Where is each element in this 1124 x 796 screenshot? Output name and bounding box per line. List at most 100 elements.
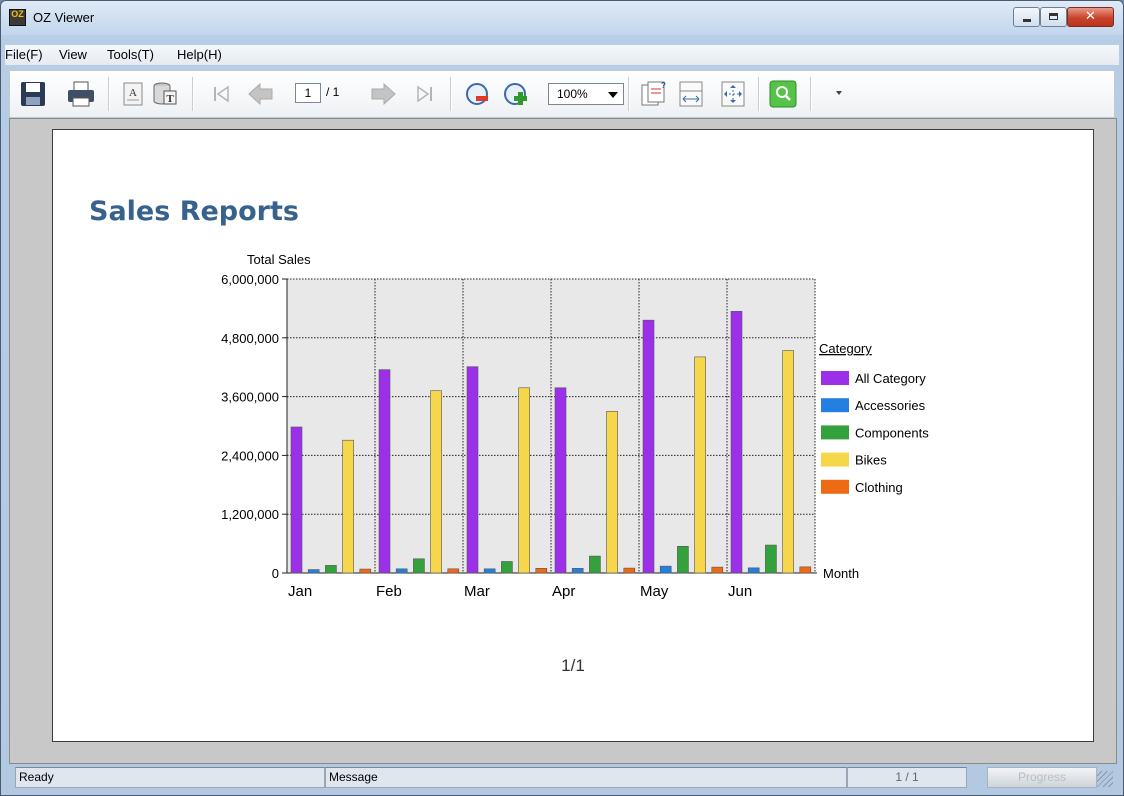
- y-tick-label: 3,600,000: [221, 390, 279, 405]
- legend-swatch: [821, 425, 849, 440]
- save-icon[interactable]: [18, 79, 48, 109]
- svg-text:T: T: [166, 93, 174, 105]
- window-title: OZ Viewer: [33, 10, 95, 25]
- status-message: Message: [325, 767, 847, 788]
- resize-grip-icon[interactable]: [1097, 771, 1113, 787]
- bar: [571, 568, 584, 574]
- print-icon[interactable]: [66, 79, 96, 109]
- bar: [642, 319, 655, 574]
- y-tick-label: 4,800,000: [221, 331, 279, 346]
- bar: [483, 568, 496, 574]
- bar: [782, 350, 794, 574]
- menu-help[interactable]: Help(H): [177, 47, 222, 62]
- y-tick-label: 2,400,000: [221, 448, 279, 463]
- toolbar-separator: [810, 77, 812, 111]
- page-number-input[interactable]: 1: [295, 83, 321, 103]
- menu-file[interactable]: File(F): [5, 47, 43, 62]
- bar: [501, 561, 513, 574]
- y-axis-title: Total Sales: [247, 252, 311, 267]
- bar: [554, 387, 567, 574]
- legend-label: Clothing: [855, 480, 903, 495]
- page-total-label: / 1: [326, 85, 340, 99]
- minimize-button[interactable]: [1013, 7, 1040, 27]
- legend-swatch: [821, 371, 849, 385]
- status-pages: 1 / 1: [847, 767, 967, 788]
- zoom-out-icon[interactable]: [464, 79, 494, 109]
- bar: [799, 566, 812, 574]
- bar: [342, 439, 354, 574]
- last-page-icon[interactable]: [410, 79, 440, 109]
- bar: [535, 568, 548, 574]
- x-tick-label: Jan: [288, 583, 312, 600]
- y-tick-label: 6,000,000: [221, 272, 279, 287]
- toolbar-separator: [192, 77, 194, 111]
- report-viewer[interactable]: Sales Reports 0 1,200,000 2,400,000 3,600,0…: [9, 118, 1117, 764]
- svg-text:?: ?: [661, 81, 666, 90]
- menu-tools[interactable]: Tools(T): [107, 47, 154, 62]
- bar: [747, 567, 760, 574]
- x-tick-label: Jun: [728, 583, 752, 600]
- zoom-select[interactable]: 100%: [548, 83, 624, 105]
- bar: [711, 566, 724, 574]
- zoom-value: 100%: [557, 87, 588, 101]
- toolbar-separator: [450, 77, 452, 111]
- x-tick-label: Mar: [464, 583, 490, 600]
- bar: [290, 426, 303, 574]
- toolbar-separator: [758, 77, 760, 111]
- bar: [659, 565, 672, 574]
- bar: [677, 545, 689, 574]
- more-icon[interactable]: [836, 91, 842, 95]
- legend-label: All Category: [855, 371, 926, 386]
- find-icon[interactable]: [768, 79, 798, 109]
- title-bar[interactable]: OZ OZ Viewer: [1, 1, 1123, 35]
- legend-label: Accessories: [855, 398, 926, 413]
- x-tick-label: Apr: [552, 583, 575, 600]
- bar: [606, 410, 618, 574]
- fit-page-icon[interactable]: [718, 79, 748, 109]
- fit-width-icon[interactable]: [676, 79, 706, 109]
- progress-bar: Progress: [987, 767, 1097, 788]
- legend-title: Category: [819, 341, 872, 356]
- chevron-down-icon: [608, 92, 618, 98]
- bar: [765, 544, 777, 574]
- bar: [378, 369, 391, 574]
- zoom-in-icon[interactable]: [502, 79, 532, 109]
- page-number-label: 1/1: [561, 656, 585, 675]
- x-tick-label: May: [640, 583, 669, 600]
- legend-swatch: [821, 398, 849, 413]
- legend-label: Bikes: [855, 453, 887, 468]
- legend-swatch: [821, 479, 849, 494]
- previous-page-icon[interactable]: [246, 79, 276, 109]
- status-bar: Ready Message 1 / 1 Progress: [9, 767, 1115, 789]
- close-button[interactable]: [1067, 7, 1114, 27]
- sales-chart: 0 1,200,000 2,400,000 3,600,000 4,800,000 6,0…: [221, 252, 929, 600]
- bar: [413, 558, 425, 574]
- bar: [589, 555, 601, 574]
- database-icon[interactable]: T: [150, 79, 180, 109]
- page-setup-icon[interactable]: ?: [638, 79, 668, 109]
- legend-label: Components: [855, 425, 929, 440]
- menu-view[interactable]: View: [59, 47, 87, 62]
- bar: [466, 366, 479, 574]
- bar: [730, 311, 743, 574]
- bar: [325, 565, 337, 574]
- maximize-button[interactable]: [1040, 7, 1067, 27]
- bar: [694, 356, 706, 574]
- bar: [307, 569, 320, 574]
- bar: [623, 567, 636, 574]
- legend-swatch: [821, 452, 849, 467]
- app-logo-icon: OZ: [9, 9, 26, 26]
- menu-bar: File(F) View Tools(T) Help(H): [5, 45, 1119, 65]
- toolbar-separator: [628, 77, 630, 111]
- report-page: Sales Reports 0 1,200,000 2,400,000 3,600,0…: [52, 129, 1094, 742]
- bar: [430, 390, 442, 574]
- app-window: OZ OZ Viewer File(F) View Tools(T) Help(…: [0, 0, 1124, 796]
- toolbar: A T 1 / 1 100% ?: [9, 70, 1115, 118]
- next-page-icon[interactable]: [368, 79, 398, 109]
- y-tick-label: 0: [272, 566, 279, 581]
- x-tick-label: Feb: [376, 583, 402, 600]
- first-page-icon[interactable]: [206, 79, 236, 109]
- bar: [447, 568, 460, 574]
- toolbar-separator: [108, 77, 110, 111]
- text-export-icon[interactable]: A: [118, 79, 148, 109]
